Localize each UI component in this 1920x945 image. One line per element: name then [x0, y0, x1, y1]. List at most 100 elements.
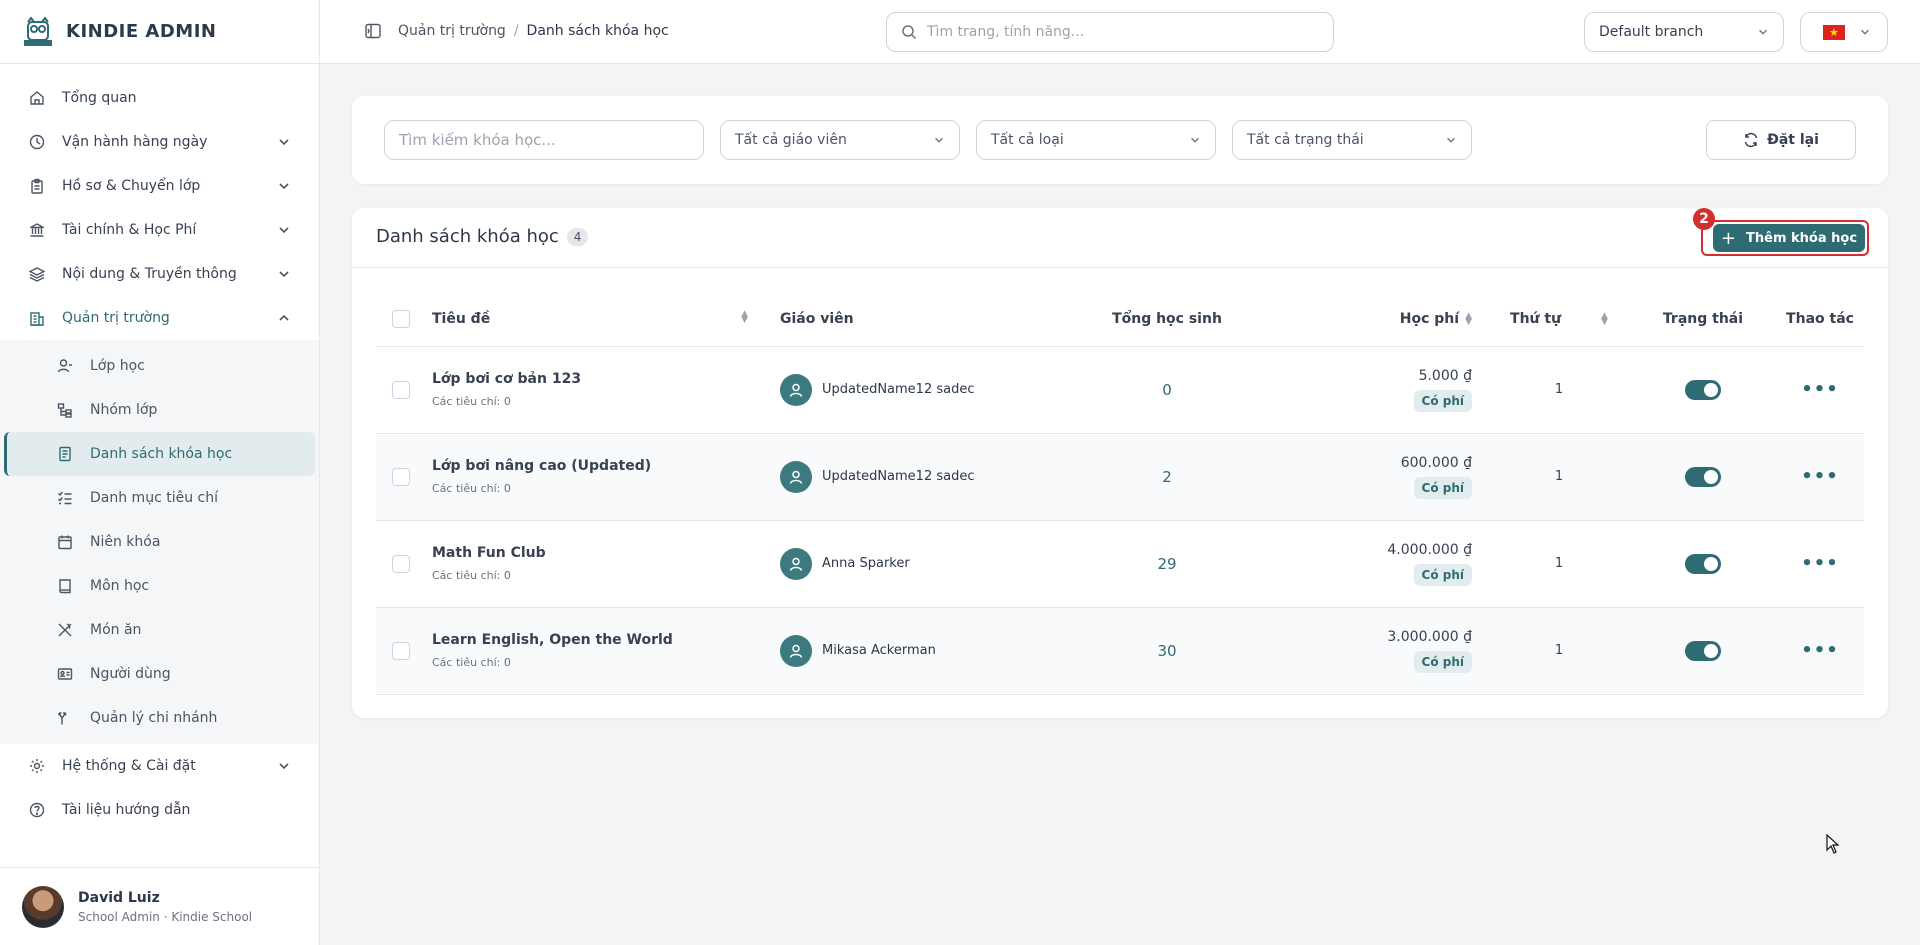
breadcrumb-parent[interactable]: Quản trị trường — [398, 23, 506, 39]
chevron-down-icon — [279, 183, 289, 190]
reset-button[interactable]: Đặt lại — [1706, 120, 1856, 160]
sidebar-item-finance[interactable]: Tài chính & Học Phí — [0, 208, 319, 252]
column-title[interactable]: Tiêu đề ▲ ▼ — [432, 292, 764, 347]
course-title[interactable]: Lớp bơi cơ bản 123 — [432, 371, 764, 387]
select-all-cell — [376, 292, 432, 347]
table-row[interactable]: Learn English, Open the World Các tiêu c… — [376, 607, 1864, 695]
sort-icon: ▲ ▼ — [1465, 310, 1472, 327]
status-toggle[interactable] — [1685, 640, 1721, 661]
sidebar-item-subjects[interactable]: Môn học — [4, 564, 315, 608]
page-title: Danh sách khóa học 4 — [376, 226, 589, 247]
student-count[interactable]: 2 — [1080, 433, 1254, 521]
global-search-input[interactable]: Tìm trang, tính năng... — [886, 12, 1334, 52]
step-badge: 2 — [1693, 208, 1715, 230]
user-name: David Luiz — [78, 889, 160, 906]
teacher-filter-select[interactable]: Tất cả giáo viên — [720, 120, 960, 160]
reset-label: Đặt lại — [1767, 132, 1819, 148]
refresh-icon — [1744, 132, 1758, 148]
home-icon — [28, 89, 46, 107]
course-criteria: Các tiêu chí: 0 — [432, 569, 511, 582]
table-row[interactable]: Lớp bơi nâng cao (Updated) Các tiêu chí:… — [376, 433, 1864, 521]
sidebar-item-meals[interactable]: Món ăn — [4, 608, 315, 652]
course-title[interactable]: Math Fun Club — [432, 545, 764, 561]
order-value: 1 — [1488, 433, 1630, 521]
type-filter-value: Tất cả loại — [991, 132, 1064, 148]
branch-icon — [56, 709, 74, 727]
sidebar-item-school-year[interactable]: Niên khóa — [4, 520, 315, 564]
table-row[interactable]: Lớp bơi cơ bản 123 Các tiêu chí: 0 Updat… — [376, 346, 1864, 434]
more-actions-icon[interactable]: ••• — [1776, 433, 1864, 521]
brand[interactable]: KINDIE ADMIN — [0, 0, 319, 64]
row-checkbox[interactable] — [392, 554, 410, 573]
fee-amount: 600.000 ₫ — [1400, 454, 1472, 471]
more-actions-icon[interactable]: ••• — [1776, 607, 1864, 695]
sidebar-item-class-groups[interactable]: Nhóm lớp — [4, 388, 315, 432]
sidebar-item-school-admin[interactable]: Quản trị trường — [0, 296, 319, 340]
column-label: Tổng học sinh — [1112, 310, 1222, 327]
status-toggle[interactable] — [1685, 379, 1721, 400]
sidebar-item-criteria[interactable]: Danh mục tiêu chí — [4, 476, 315, 520]
sidebar-item-settings[interactable]: Hệ thống & Cài đặt — [0, 744, 319, 788]
chevron-down-icon — [1447, 137, 1455, 143]
column-label: Thao tác — [1786, 310, 1854, 327]
gear-icon — [28, 757, 46, 775]
sidebar-item-label: Quản lý chi nhánh — [90, 710, 218, 726]
course-title[interactable]: Learn English, Open the World — [432, 632, 764, 648]
sidebar-item-users[interactable]: Người dùng — [4, 652, 315, 696]
student-count[interactable]: 0 — [1080, 346, 1254, 434]
chevron-up-icon — [279, 314, 289, 321]
vietnam-flag-icon — [1823, 24, 1845, 40]
table-header-row: Tiêu đề ▲ ▼ Giáo viên Tổng học sinh Học ph… — [376, 292, 1864, 347]
user-profile[interactable]: David Luiz School Admin · Kindie School — [0, 867, 319, 945]
add-course-button[interactable]: + Thêm khóa học — [1713, 224, 1865, 252]
sidebar-item-content[interactable]: Nội dung & Truyền thông — [0, 252, 319, 296]
chevron-down-icon — [279, 227, 289, 234]
column-actions: Thao tác — [1776, 292, 1864, 347]
sidebar-item-overview[interactable]: Tổng quan — [0, 76, 319, 120]
row-checkbox[interactable] — [392, 380, 410, 399]
status-toggle[interactable] — [1685, 553, 1721, 574]
fee-type-badge: Có phí — [1413, 650, 1472, 673]
sidebar-item-daily-ops[interactable]: Vận hành hàng ngày — [0, 120, 319, 164]
status-cell — [1630, 607, 1776, 695]
student-count[interactable]: 29 — [1080, 520, 1254, 608]
fee-cell: 5.000 ₫ Có phí — [1254, 346, 1488, 434]
sidebar-item-docs[interactable]: Tài liệu hướng dẫn — [0, 788, 319, 832]
breadcrumb-current: Danh sách khóa học — [526, 23, 669, 39]
owl-logo-icon — [24, 15, 52, 46]
fee-type-badge: Có phí — [1413, 389, 1472, 412]
sidebar-item-classes[interactable]: Lớp học — [4, 344, 315, 388]
branch-select[interactable]: Default branch — [1584, 12, 1784, 52]
sidebar-item-label: Người dùng — [90, 666, 171, 682]
more-actions-icon[interactable]: ••• — [1776, 346, 1864, 434]
row-checkbox[interactable] — [392, 467, 410, 486]
status-toggle[interactable] — [1685, 466, 1721, 487]
more-actions-icon[interactable]: ••• — [1776, 520, 1864, 608]
sidebar-item-branches[interactable]: Quản lý chi nhánh — [4, 696, 315, 740]
table-row[interactable]: Math Fun Club Các tiêu chí: 0 Anna Spark… — [376, 520, 1864, 608]
column-teacher: Giáo viên — [764, 292, 1080, 347]
course-search-input[interactable]: Tìm kiếm khóa học... — [384, 120, 704, 160]
column-order[interactable]: Thứ tự ▲ ▼ — [1488, 292, 1630, 347]
sidebar-item-profiles[interactable]: Hồ sơ & Chuyển lớp — [0, 164, 319, 208]
user-icon — [56, 357, 74, 375]
sort-icon: ▲ ▼ — [741, 308, 748, 325]
student-count[interactable]: 30 — [1080, 607, 1254, 695]
status-filter-select[interactable]: Tất cả trạng thái — [1232, 120, 1472, 160]
sidebar-item-label: Môn học — [90, 578, 150, 594]
select-all-checkbox[interactable] — [392, 309, 410, 328]
sidebar-item-label: Hệ thống & Cài đặt — [62, 758, 196, 774]
sidebar: KINDIE ADMIN Tổng quan Vận hành hàng ngà… — [0, 0, 320, 945]
column-label: Học phí — [1399, 310, 1460, 327]
column-label: Trạng thái — [1662, 310, 1744, 327]
calendar-icon — [56, 533, 74, 551]
sidebar-item-course-list[interactable]: Danh sách khóa học — [4, 432, 315, 476]
type-filter-select[interactable]: Tất cả loại — [976, 120, 1216, 160]
sidebar-toggle-icon[interactable] — [364, 22, 382, 40]
fee-type-badge: Có phí — [1413, 563, 1472, 586]
language-select[interactable] — [1800, 12, 1888, 52]
chevron-down-icon — [935, 137, 943, 143]
column-fee[interactable]: Học phí ▲ ▼ — [1254, 292, 1488, 347]
course-title[interactable]: Lớp bơi nâng cao (Updated) — [432, 458, 764, 474]
row-checkbox[interactable] — [392, 641, 410, 660]
